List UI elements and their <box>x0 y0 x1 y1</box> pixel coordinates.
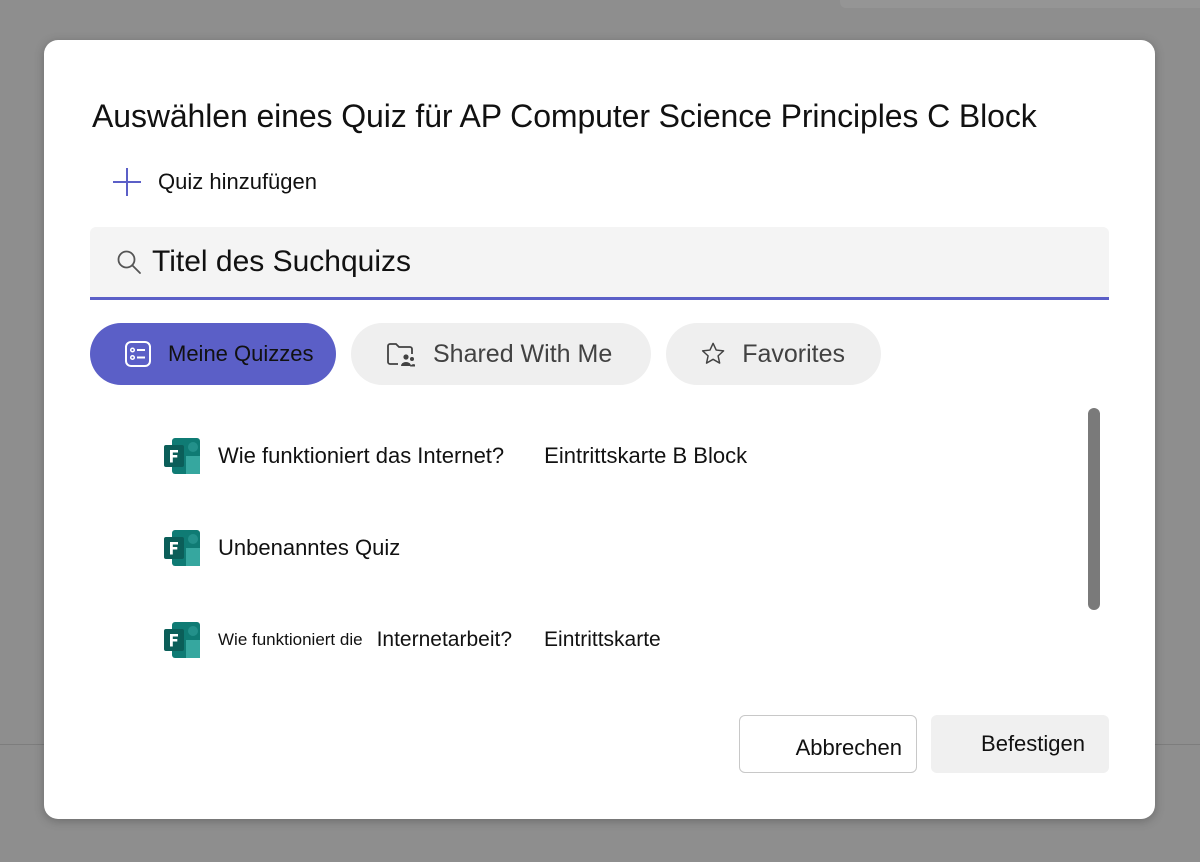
quiz-subtitle: Eintrittskarte B Block <box>544 443 748 468</box>
star-icon <box>701 342 725 364</box>
dialog-title: Auswählen eines Quiz für AP Computer Sci… <box>92 98 1037 134</box>
quiz-subtitle: Eintrittskarte <box>544 628 661 651</box>
tab-label: Meine Quizzes <box>168 341 314 366</box>
tab-favorites[interactable]: Favorites <box>666 323 881 385</box>
plus-icon <box>112 167 142 197</box>
cancel-button[interactable]: Abbrechen <box>739 715 917 773</box>
select-quiz-dialog: Auswählen eines Quiz für AP Computer Sci… <box>44 40 1155 819</box>
search-box[interactable] <box>90 227 1109 300</box>
quiz-list-item[interactable]: Wie funktioniert die Internetarbeit? Ein… <box>162 610 661 670</box>
tab-label: Favorites <box>742 339 845 368</box>
quiz-name: Wie funktioniert die <box>218 630 363 649</box>
quiz-list-item[interactable]: Unbenanntes Quiz <box>162 518 400 578</box>
microsoft-forms-icon <box>164 438 200 474</box>
add-quiz-button[interactable]: Quiz hinzufügen <box>112 166 317 198</box>
microsoft-forms-icon <box>164 530 200 566</box>
tab-shared-with-me[interactable]: Shared With Me <box>351 323 651 385</box>
search-input[interactable] <box>152 245 1052 279</box>
microsoft-forms-icon <box>164 622 200 658</box>
tab-my-quizzes[interactable]: Meine Quizzes <box>90 323 336 385</box>
add-quiz-label: Quiz hinzufügen <box>158 169 317 194</box>
quiz-source-tabs: Meine Quizzes Shared With Me Favorites <box>90 323 881 385</box>
quiz-list-item[interactable]: Wie funktioniert das Internet? Eintritts… <box>162 426 747 486</box>
quiz-name-continued: Internetarbeit? <box>376 628 513 651</box>
shared-folder-icon <box>387 343 415 367</box>
list-scrollbar[interactable] <box>1088 408 1100 610</box>
list-icon <box>125 341 151 367</box>
confirm-button[interactable]: Befestigen <box>931 715 1109 773</box>
quiz-name: Unbenanntes Quiz <box>218 535 401 560</box>
tab-label: Shared With Me <box>433 339 613 368</box>
search-icon <box>117 250 141 274</box>
background-element <box>840 0 1200 8</box>
quiz-name: Wie funktioniert das Internet? <box>218 443 505 468</box>
